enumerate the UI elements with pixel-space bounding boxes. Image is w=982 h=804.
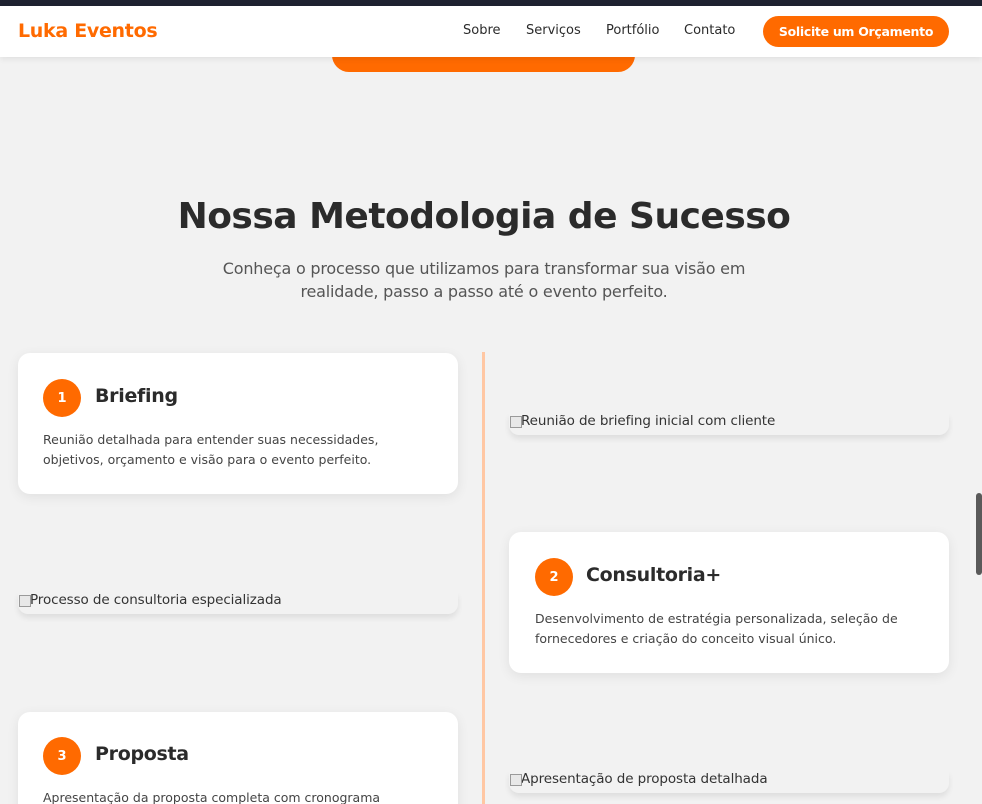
image-alt-text: Processo de consultoria especializada <box>30 592 282 608</box>
step-title: Proposta <box>95 743 189 765</box>
request-quote-button[interactable]: Solicite um Orçamento <box>763 16 949 47</box>
broken-image-icon <box>509 414 522 428</box>
brand-logo[interactable]: Luka Eventos <box>18 20 158 42</box>
step-description: Apresentação da proposta completa com cr… <box>43 790 381 804</box>
step-title: Consultoria+ <box>586 564 722 586</box>
image-alt-text: Apresentação de proposta detalhada <box>521 771 768 787</box>
step-image-proposta: Apresentação de proposta detalhada <box>509 771 949 793</box>
section-title: Nossa Metodologia de Sucesso <box>177 196 791 237</box>
broken-image-icon <box>18 593 31 607</box>
navbar: Luka Eventos Sobre Serviços Portfólio Co… <box>0 6 982 57</box>
step-image-briefing: Reunião de briefing inicial com cliente <box>509 413 949 435</box>
step-number-badge: 3 <box>43 737 81 775</box>
nav-link-contato[interactable]: Contato <box>684 23 735 38</box>
nav-link-portfolio[interactable]: Portfólio <box>606 23 659 38</box>
image-alt-text: Reunião de briefing inicial com cliente <box>521 413 776 429</box>
step-card-consultoria: 2 Consultoria+ Desenvolvimento de estrat… <box>509 532 949 673</box>
nav-link-servicos[interactable]: Serviços <box>526 23 581 38</box>
section-subtitle: Conheça o processo que utilizamos para t… <box>222 259 746 301</box>
step-image-consultoria: Processo de consultoria especializada <box>18 592 458 614</box>
step-description: Desenvolvimento de estratégia personaliz… <box>535 611 898 646</box>
broken-image-icon <box>509 772 522 786</box>
nav-link-sobre[interactable]: Sobre <box>463 23 501 38</box>
step-card-briefing: 1 Briefing Reunião detalhada para entend… <box>18 353 458 494</box>
step-card-proposta: 3 Proposta Apresentação da proposta comp… <box>18 712 458 804</box>
step-number-badge: 2 <box>535 558 573 596</box>
timeline-line <box>482 352 485 804</box>
step-number-badge: 1 <box>43 379 81 417</box>
step-description: Reunião detalhada para entender suas nec… <box>43 432 379 467</box>
page-scrollbar-thumb[interactable] <box>976 493 982 575</box>
step-title: Briefing <box>95 385 178 407</box>
